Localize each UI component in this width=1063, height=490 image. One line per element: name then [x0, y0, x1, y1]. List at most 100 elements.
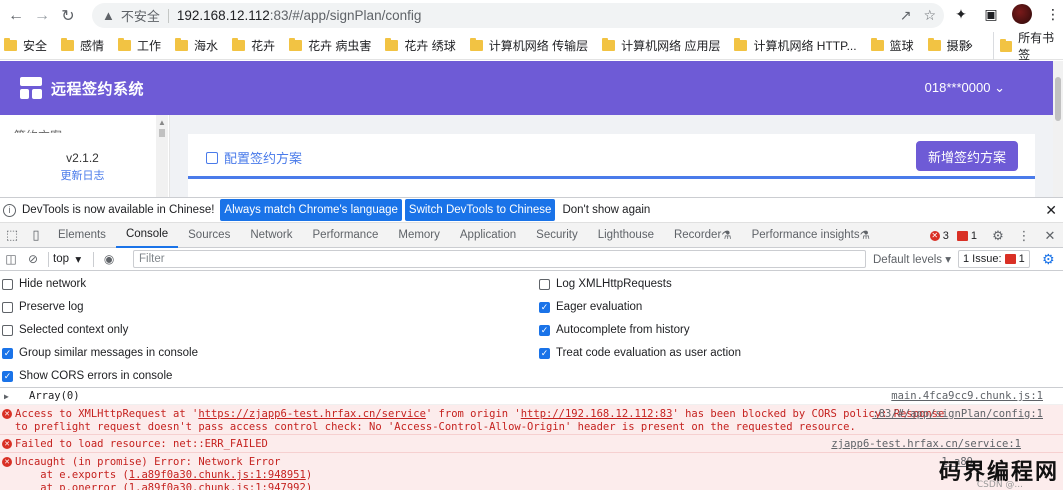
bookmark-item[interactable]: 摄影 [927, 37, 971, 54]
issues-button[interactable]: 1 Issue: 1 [958, 250, 1030, 268]
forward-icon[interactable]: → [29, 3, 55, 29]
tab-performance[interactable]: Performance [303, 223, 389, 248]
folder-icon [118, 38, 132, 51]
stack-link[interactable]: 1.a89f0a30.chunk.js:1:947992 [129, 482, 306, 490]
tab-application[interactable]: Application [450, 223, 526, 248]
message-text: Failed to load resource: net::ERR_FAILED [15, 438, 268, 450]
bookmark-item[interactable]: 安全 [4, 37, 47, 54]
inspect-element-icon[interactable]: ⬚ [0, 223, 24, 248]
bookmark-item[interactable]: 花卉 绣球 [385, 37, 456, 54]
close-devtools-icon[interactable]: ✕ [1037, 228, 1063, 244]
checkbox[interactable] [2, 301, 13, 313]
add-plan-button[interactable]: 新增签约方案 [916, 141, 1018, 171]
source-link[interactable]: main.4fca9cc9.chunk.js:1 [891, 390, 1043, 402]
log-levels-dropdown[interactable]: Default levels ▾ [873, 252, 951, 266]
setting-option[interactable]: ✓ Eager evaluation [539, 301, 642, 313]
expand-arrow-icon[interactable]: ▶ [4, 392, 9, 401]
tab-performance-insights[interactable]: Performance insights ⚗ [742, 223, 880, 248]
side-panel-icon[interactable]: ▣ [982, 5, 1000, 23]
tab-sources[interactable]: Sources [178, 223, 240, 248]
bookmark-item[interactable]: 工作 [118, 37, 161, 54]
setting-option[interactable]: ✓ Autocomplete from history [539, 324, 690, 336]
scroll-up-icon[interactable]: ▲ [158, 118, 166, 127]
setting-option[interactable]: Preserve log [2, 301, 84, 313]
bookmark-item[interactable]: 篮球 [870, 37, 914, 54]
tab-security[interactable]: Security [526, 223, 588, 248]
checkbox-checked[interactable]: ✓ [539, 301, 550, 313]
source-link[interactable]: :83/#/app/signPlan/config:1 [872, 408, 1043, 420]
tab-lighthouse[interactable]: Lighthouse [588, 223, 664, 248]
setting-option[interactable]: Log XMLHttpRequests [539, 278, 672, 290]
sidebar-item-partial[interactable]: 签约方案 [14, 127, 62, 133]
source-link[interactable]: zjapp6-test.hrfax.cn/service:1 [831, 438, 1021, 450]
bookmark-item[interactable]: 海水 [175, 37, 218, 54]
scrollbar-thumb[interactable] [1055, 77, 1061, 121]
stack-link[interactable]: 1.a89f0a30.chunk.js:1:948951 [129, 469, 306, 481]
filter-input[interactable]: Filter [133, 250, 866, 268]
bookmark-item[interactable]: 计算机网络 应用层 [602, 37, 720, 54]
reload-icon[interactable]: ↻ [55, 3, 81, 29]
address-bar[interactable]: ▲ 不安全 192.168.12.112:83/#/app/signPlan/c… [92, 3, 944, 28]
sidebar-toggle-icon[interactable]: ◫ [0, 252, 22, 266]
sidebar-scrollbar[interactable]: ▲ [156, 115, 168, 197]
setting-label: Selected context only [19, 324, 129, 336]
extensions-puzzle-icon[interactable]: ✦ [952, 5, 970, 23]
eye-icon[interactable]: ◉ [98, 252, 120, 266]
clear-console-icon[interactable]: ⊘ [22, 252, 44, 266]
tab-network[interactable]: Network [240, 223, 302, 248]
star-icon[interactable]: ☆ [923, 7, 936, 24]
checkbox[interactable] [2, 324, 13, 336]
match-language-button[interactable]: Always match Chrome's language [220, 199, 402, 221]
tab-recorder[interactable]: Recorder ⚗ [664, 223, 742, 248]
profile-avatar[interactable] [1012, 4, 1032, 24]
changelog-link[interactable]: 更新日志 [0, 167, 165, 183]
page-scrollbar[interactable] [1053, 61, 1063, 197]
scrollbar-thumb[interactable] [159, 129, 165, 137]
dont-show-button[interactable]: Don't show again [558, 199, 654, 221]
bookmark-item[interactable]: 计算机网络 HTTP... [734, 37, 857, 54]
tab-elements[interactable]: Elements [48, 223, 116, 248]
bookmark-item[interactable]: 花卉 病虫害 [289, 37, 371, 54]
context-selector[interactable]: top ▾ [53, 252, 81, 266]
setting-option[interactable]: ✓ Treat code evaluation as user action [539, 347, 741, 359]
tab-memory[interactable]: Memory [388, 223, 450, 248]
error-icon: ✕ [929, 230, 940, 241]
error-badge[interactable]: ✕ 3 [929, 230, 949, 242]
checkbox-checked[interactable]: ✓ [2, 370, 13, 382]
more-options-icon[interactable]: ⋮ [1011, 228, 1037, 244]
checkbox-checked[interactable]: ✓ [2, 347, 13, 359]
checkbox-checked[interactable]: ✓ [539, 347, 550, 359]
back-icon[interactable]: ← [3, 3, 29, 29]
tab-console[interactable]: Console [115, 223, 179, 248]
switch-chinese-button[interactable]: Switch DevTools to Chinese [404, 199, 556, 221]
tab-label: Elements [58, 229, 106, 241]
checkbox[interactable] [2, 278, 13, 290]
share-icon[interactable]: ↗ [900, 7, 912, 24]
console-settings-icon[interactable]: ⚙ [1042, 251, 1055, 268]
setting-option[interactable]: Selected context only [2, 324, 128, 336]
bookmark-label: 海水 [194, 39, 219, 53]
gear-icon[interactable]: ⚙ [985, 228, 1011, 244]
bookmark-item[interactable]: 花卉 [232, 37, 275, 54]
setting-option[interactable]: ✓ Show CORS errors in console [2, 370, 172, 382]
issue-badge[interactable]: 1 [956, 230, 977, 242]
all-bookmarks[interactable]: 所有书签 [993, 31, 1063, 62]
edit-icon [206, 151, 218, 164]
tab-label: Application [459, 229, 517, 241]
bookmark-label: 计算机网络 应用层 [621, 39, 721, 53]
bookmark-item[interactable]: 感情 [61, 37, 104, 54]
bookmarks-more-icon[interactable]: » [966, 38, 973, 52]
folder-icon [4, 38, 17, 51]
checkbox[interactable] [539, 278, 550, 290]
setting-option[interactable]: ✓ Group similar messages in console [2, 347, 198, 359]
user-menu[interactable]: 018***0000 ⌄ [925, 80, 1005, 96]
config-tab[interactable]: 配置签约方案 [206, 148, 302, 167]
device-toolbar-icon[interactable]: ▯ [24, 223, 48, 248]
setting-option[interactable]: Hide network [2, 278, 86, 290]
setting-label: Preserve log [19, 301, 84, 313]
close-icon[interactable]: ✕ [1045, 202, 1057, 219]
bookmark-item[interactable]: 计算机网络 传输层 [469, 37, 588, 54]
devtools-infobar: i DevTools is now available in Chinese! … [0, 197, 1063, 223]
menu-icon[interactable]: ⋮ [1044, 5, 1062, 23]
checkbox-checked[interactable]: ✓ [539, 324, 550, 336]
